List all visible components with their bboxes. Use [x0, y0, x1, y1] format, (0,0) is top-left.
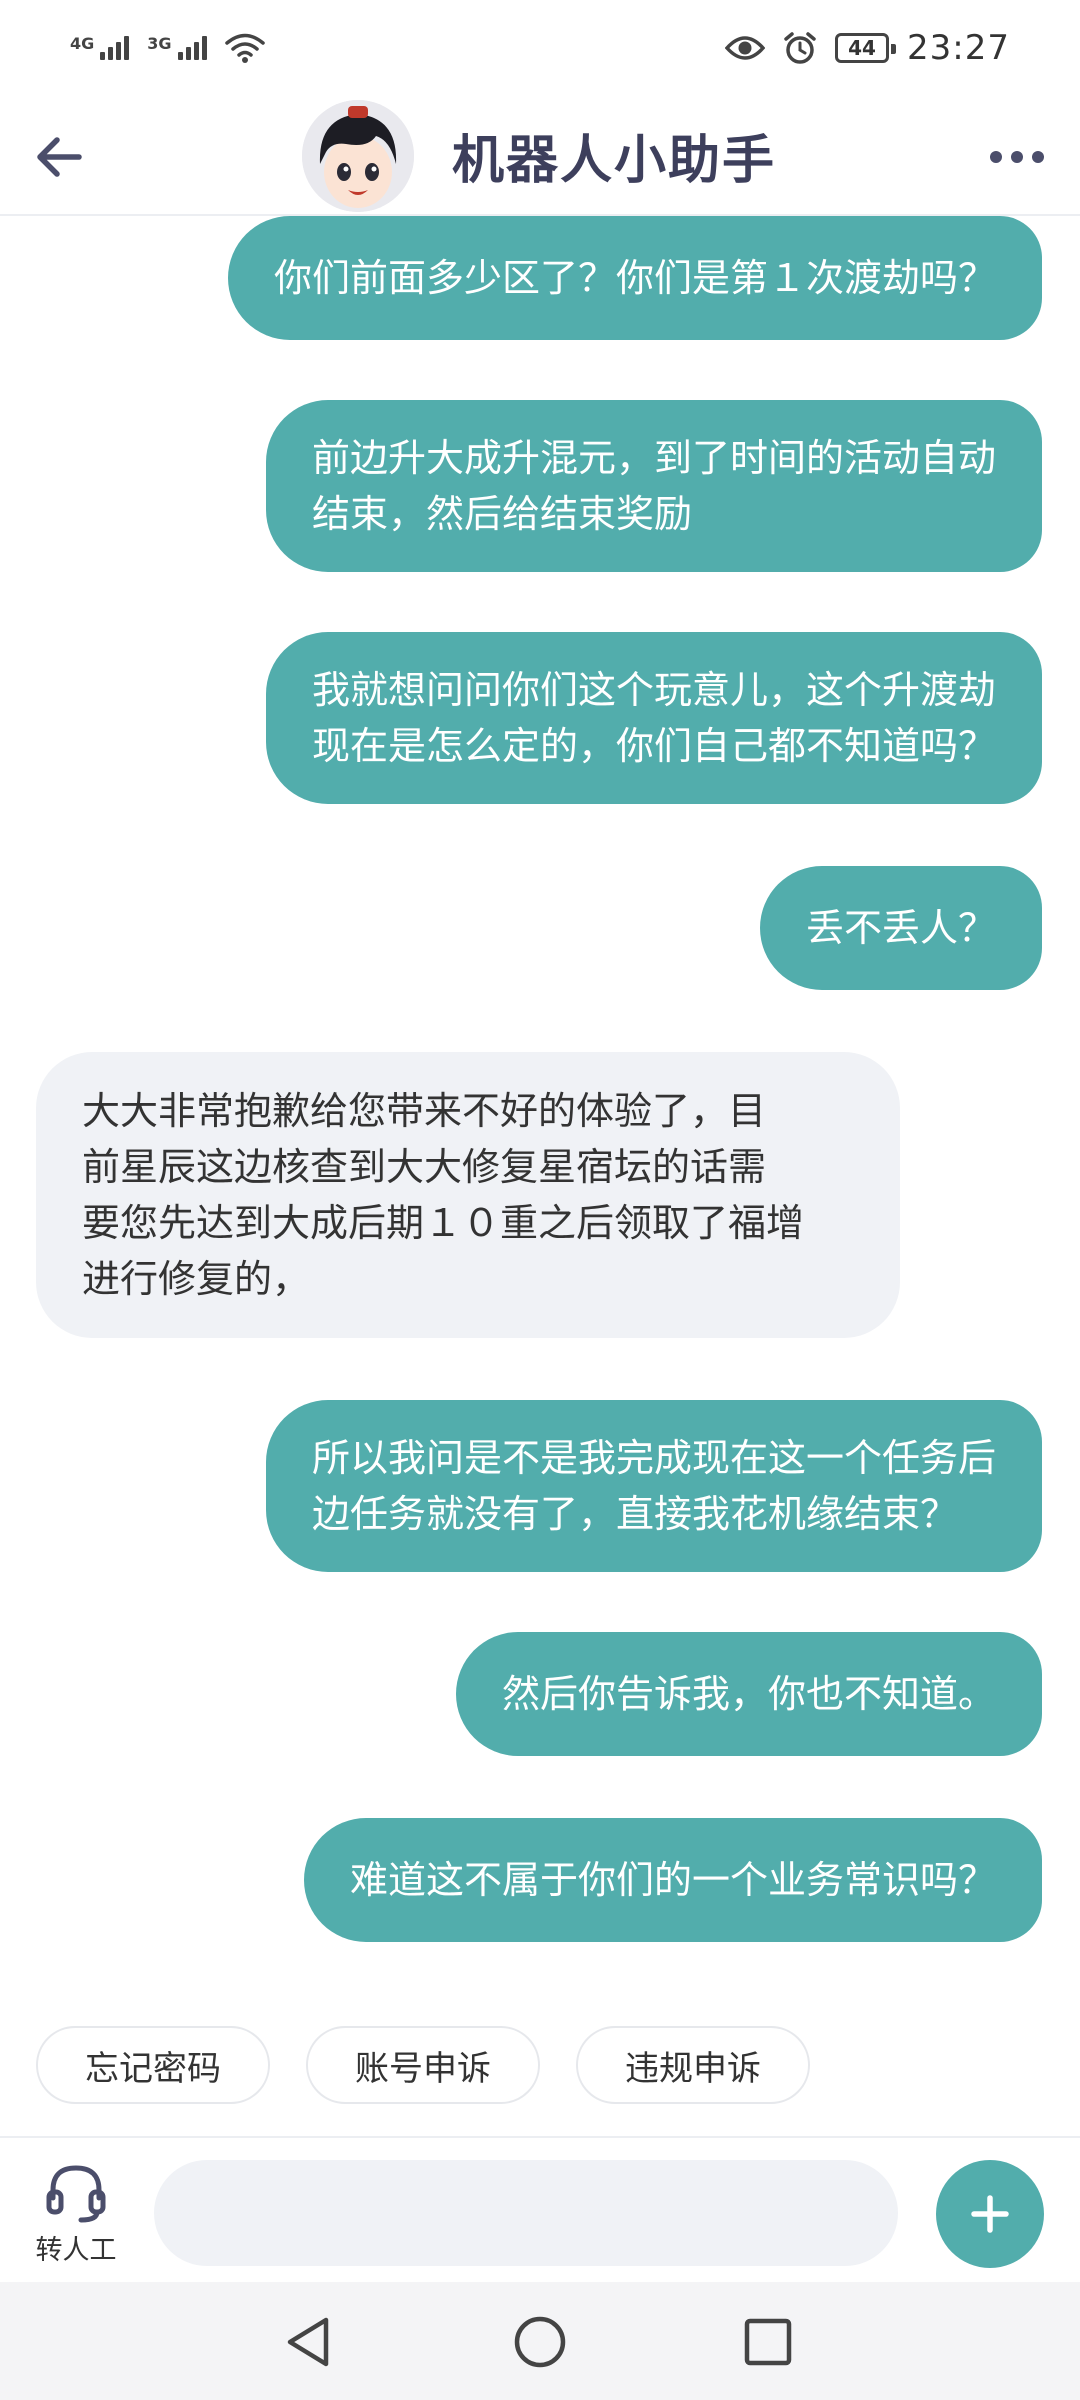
headset-icon: [46, 2165, 106, 2223]
bot-avatar-image: [302, 100, 414, 212]
chat-screen: 4G 3G 44 23:27 机器人小助手 你们前面多少区了？你们是第１次渡劫吗…: [0, 0, 1080, 2400]
message-input[interactable]: [154, 2160, 898, 2266]
triangle-back-icon: [287, 2317, 329, 2367]
message-line: 现在是怎么定的，你们自己都不知道吗？: [311, 724, 996, 768]
more-dots-icon: [990, 151, 1002, 163]
user-message: 丢不丢人？: [759, 866, 1042, 990]
message-line: 你们前面多少区了？你们是第１次渡劫吗？: [273, 256, 996, 300]
transfer-to-human-label: 转人工: [35, 2235, 117, 2266]
arrow-left-icon: [37, 137, 82, 177]
input-bar: 转人工: [0, 2136, 1080, 2282]
message-text: 所以我问是不是我完成现在这一个任务后 边任务就没有了，直接我花机缘结束？: [312, 1430, 996, 1542]
circle-home-icon: [514, 2316, 566, 2368]
user-message: 前边升大成升混元，到了时间的活动自动 结束，然后给结束奖励: [265, 400, 1042, 572]
quick-reply-violation-appeal[interactable]: 违规申诉: [576, 2026, 810, 2104]
quick-reply-forgot-password[interactable]: 忘记密码: [36, 2026, 270, 2104]
user-message: 难道这不属于你们的一个业务常识吗？: [303, 1818, 1042, 1942]
bot-message: 大大非常抱歉给您带来不好的体验了，目 前星辰这边核查到大大修复星宿坛的话需 要您…: [36, 1052, 900, 1338]
message-line: 所以我问是不是我完成现在这一个任务后: [311, 1436, 996, 1480]
user-message: 你们前面多少区了？你们是第１次渡劫吗？: [227, 216, 1042, 340]
battery-icon: 44: [835, 33, 897, 63]
wifi-icon: [224, 33, 265, 63]
message-line: 结束，然后给结束奖励: [311, 492, 692, 536]
battery-level: 44: [848, 36, 876, 60]
message-line: 前星辰这边核查到大大修复星宿坛的话需: [82, 1145, 767, 1189]
user-message: 我就想问问你们这个玩意儿，这个升渡劫 现在是怎么定的，你们自己都不知道吗？: [265, 632, 1042, 804]
more-dot: [1011, 151, 1023, 163]
message-text: 我就想问问你们这个玩意儿，这个升渡劫 现在是怎么定的，你们自己都不知道吗？: [312, 662, 996, 774]
nav-home-button[interactable]: [510, 2312, 570, 2372]
network-3g-label: 3G: [147, 34, 172, 53]
message-line: 边任务就没有了，直接我花机缘结束？: [311, 1492, 958, 1536]
message-line: 进行修复的，: [82, 1257, 311, 1301]
user-message: 然后你告诉我，你也不知道。: [455, 1632, 1042, 1756]
eye-icon: [725, 36, 766, 60]
message-line: 前边升大成升混元，到了时间的活动自动: [311, 436, 996, 480]
transfer-to-human-button[interactable]: 转人工: [26, 2160, 126, 2270]
nav-recents-button[interactable]: [738, 2312, 798, 2372]
plus-icon: [971, 2195, 1009, 2233]
status-right: 44 23:27: [725, 28, 1010, 68]
nav-back-button[interactable]: [278, 2312, 338, 2372]
page-title: 机器人小助手: [452, 131, 777, 191]
status-left: 4G 3G: [70, 32, 265, 64]
signal-3g-icon: 3G: [147, 34, 207, 60]
quick-reply-account-appeal[interactable]: 账号申诉: [306, 2026, 540, 2104]
more-dot: [1032, 151, 1044, 163]
message-line: 要您先达到大成后期１０重之后领取了福增: [82, 1201, 805, 1245]
more-button[interactable]: [972, 122, 1062, 192]
plus-button[interactable]: [936, 2160, 1044, 2268]
status-time: 23:27: [907, 28, 1010, 68]
square-recents-icon: [744, 2318, 792, 2366]
message-line: 难道这不属于你们的一个业务常识吗？: [349, 1858, 996, 1902]
network-4g-label: 4G: [70, 34, 95, 53]
message-text: 前边升大成升混元，到了时间的活动自动 结束，然后给结束奖励: [312, 430, 996, 542]
message-line: 丢不丢人？: [805, 906, 996, 950]
message-line: 我就想问问你们这个玩意儿，这个升渡劫: [311, 668, 996, 712]
message-text: 大大非常抱歉给您带来不好的体验了，目 前星辰这边核查到大大修复星宿坛的话需 要您…: [82, 1083, 804, 1307]
avatar: [302, 100, 414, 212]
message-line: 大大非常抱歉给您带来不好的体验了，目: [82, 1089, 767, 1133]
user-message: 所以我问是不是我完成现在这一个任务后 边任务就没有了，直接我花机缘结束？: [265, 1400, 1042, 1572]
system-nav-bar: [0, 2282, 1080, 2400]
back-button[interactable]: [24, 122, 94, 192]
alarm-icon: [784, 32, 816, 64]
message-line: 然后你告诉我，你也不知道。: [501, 1672, 996, 1716]
signal-4g-icon: 4G: [70, 34, 130, 60]
chat-header: 机器人小助手: [0, 96, 1080, 216]
status-bar: 4G 3G 44 23:27: [0, 0, 1080, 96]
